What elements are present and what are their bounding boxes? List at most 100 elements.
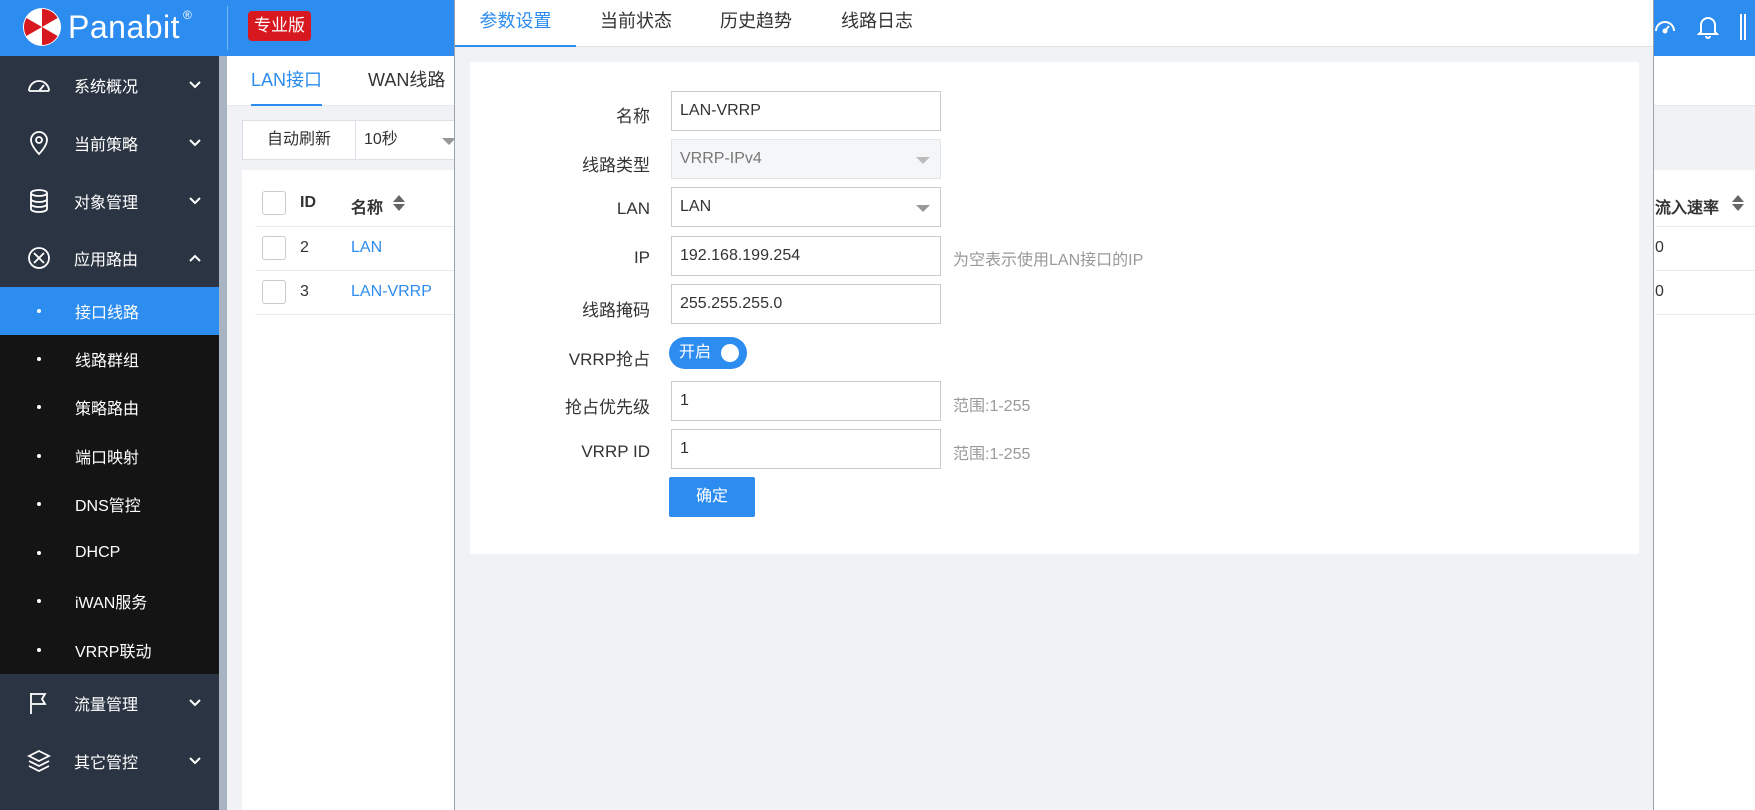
auto-refresh-button[interactable]: 自动刷新	[242, 120, 356, 160]
sort-icon[interactable]	[392, 194, 406, 212]
refresh-interval-value: 10秒	[364, 131, 398, 148]
sidebar-item-overview[interactable]: 系统概况	[0, 56, 219, 114]
tab-line-log[interactable]: 线路日志	[841, 0, 913, 47]
more-icon[interactable]	[1733, 12, 1753, 42]
cell-name-link[interactable]: LAN-VRRP	[351, 283, 432, 301]
sidebar-item-traffic-management[interactable]: 流量管理	[0, 674, 219, 732]
row-checkbox[interactable]	[262, 280, 286, 304]
tab-wan-lines[interactable]: WAN线路	[368, 56, 445, 106]
bullet-icon	[37, 357, 41, 361]
panabit-logo-icon	[23, 8, 61, 46]
sidebar-item-label: 系统概况	[74, 79, 139, 96]
column-header-name[interactable]: 名称	[351, 194, 383, 218]
line-type-label: 线路类型	[582, 156, 650, 175]
bullet-icon	[37, 551, 41, 555]
select-all-checkbox[interactable]	[262, 191, 286, 215]
layers-icon	[26, 749, 52, 773]
bell-icon[interactable]	[1693, 12, 1723, 42]
sort-icon[interactable]	[1731, 194, 1745, 212]
subitem-label: 线路群组	[75, 353, 140, 370]
map-pin-icon	[30, 131, 48, 156]
chevron-down-icon	[189, 197, 201, 205]
name-input[interactable]	[671, 91, 941, 131]
subitem-label: 策略路由	[75, 401, 140, 418]
sidebar-item-label: 其它管控	[74, 755, 139, 772]
gauge-icon	[28, 80, 50, 92]
dashboard-icon[interactable]	[1650, 12, 1680, 42]
subitem-label: 端口映射	[75, 450, 140, 467]
sidebar-edge	[219, 56, 227, 810]
column-header-id[interactable]: ID	[300, 194, 316, 212]
database-icon	[30, 189, 48, 213]
sidebar-item-label: 对象管理	[74, 195, 139, 212]
sidebar-subitem-line-groups[interactable]: 线路群组	[0, 335, 219, 383]
bullet-icon	[37, 599, 41, 603]
sidebar-item-label: 应用路由	[74, 252, 139, 269]
sidebar-item-current-policy[interactable]: 当前策略	[0, 114, 219, 172]
priority-hint: 范围:1-255	[953, 398, 1031, 415]
parameter-form: 名称 线路类型 VRRP-IPv4 LAN LAN IP 为空表示使用LAN接口…	[470, 62, 1639, 554]
registered-mark: ®	[183, 8, 192, 22]
preempt-label: VRRP抢占	[568, 350, 650, 369]
line-type-select[interactable]: VRRP-IPv4	[671, 139, 941, 179]
tab-history-trend[interactable]: 历史趋势	[720, 0, 792, 47]
chevron-down-icon	[189, 81, 201, 89]
vrid-input[interactable]	[671, 429, 941, 469]
line-settings-dialog: 参数设置 当前状态 历史趋势 线路日志 名称 线路类型 VRRP-IPv4 LA…	[454, 0, 1654, 810]
cell-id: 3	[300, 283, 309, 300]
bullet-icon	[37, 648, 41, 652]
sidebar-subitem-policy-routing[interactable]: 策略路由	[0, 383, 219, 431]
sidebar-subitem-dns-control[interactable]: DNS管控	[0, 480, 219, 528]
sidebar-item-object-management[interactable]: 对象管理	[0, 172, 219, 230]
toggle-knob	[721, 344, 739, 362]
chevron-down-icon	[189, 699, 201, 707]
tab-current-status[interactable]: 当前状态	[600, 0, 672, 47]
bullet-icon	[37, 502, 41, 506]
caret-down-icon	[916, 205, 930, 212]
row-checkbox[interactable]	[262, 236, 286, 260]
name-label: 名称	[616, 107, 650, 126]
line-type-value: VRRP-IPv4	[680, 150, 762, 167]
row-divider	[1655, 314, 1755, 315]
bullet-icon	[37, 454, 41, 458]
cell-id: 2	[300, 239, 309, 256]
confirm-button[interactable]: 确定	[669, 477, 755, 517]
row-divider	[255, 314, 455, 315]
bullet-icon	[37, 405, 41, 409]
crosshair-icon	[28, 247, 50, 269]
vrid-label: VRRP ID	[581, 442, 650, 461]
ip-input[interactable]	[671, 236, 941, 276]
lan-select[interactable]: LAN	[671, 187, 941, 227]
row-divider	[1655, 226, 1755, 227]
subitem-label: DNS管控	[75, 498, 141, 515]
row-divider	[255, 226, 455, 227]
column-header-in-rate[interactable]: 流入速率	[1655, 194, 1719, 218]
header-divider	[227, 6, 228, 50]
cell-in-rate: 0	[1655, 283, 1664, 300]
ip-hint: 为空表示使用LAN接口的IP	[953, 252, 1144, 269]
dialog-tabs: 参数设置 当前状态 历史趋势 线路日志	[455, 0, 1653, 47]
sidebar-subitem-vrrp[interactable]: VRRP联动	[0, 626, 219, 674]
tab-lan-interface[interactable]: LAN接口	[251, 56, 323, 106]
flag-icon	[30, 693, 47, 714]
priority-input[interactable]	[671, 381, 941, 421]
app-routing-submenu: 接口线路 线路群组 策略路由 端口映射 DNS管控 DHCP iWAN服务 VR…	[0, 287, 219, 674]
caret-down-icon	[916, 157, 930, 164]
bullet-icon	[37, 309, 41, 313]
sidebar-subitem-interface-lines[interactable]: 接口线路	[0, 287, 219, 335]
sidebar-item-other-control[interactable]: 其它管控	[0, 732, 219, 790]
sidebar-subitem-iwan[interactable]: iWAN服务	[0, 577, 219, 625]
preempt-toggle[interactable]: 开启	[669, 337, 747, 369]
tab-parameter-settings[interactable]: 参数设置	[455, 0, 576, 47]
subitem-label: iWAN服务	[75, 595, 148, 612]
sidebar-subitem-port-mapping[interactable]: 端口映射	[0, 432, 219, 480]
logo[interactable]: Panabit ®	[22, 5, 192, 49]
cell-name-link[interactable]: LAN	[351, 239, 382, 257]
row-divider	[255, 270, 455, 271]
logo-text: Panabit	[68, 8, 181, 45]
mask-input[interactable]	[671, 284, 941, 324]
lan-value: LAN	[680, 198, 712, 215]
refresh-interval-select[interactable]: 10秒	[355, 120, 456, 160]
sidebar-subitem-dhcp[interactable]: DHCP	[0, 529, 219, 577]
sidebar-item-app-routing[interactable]: 应用路由	[0, 229, 219, 287]
